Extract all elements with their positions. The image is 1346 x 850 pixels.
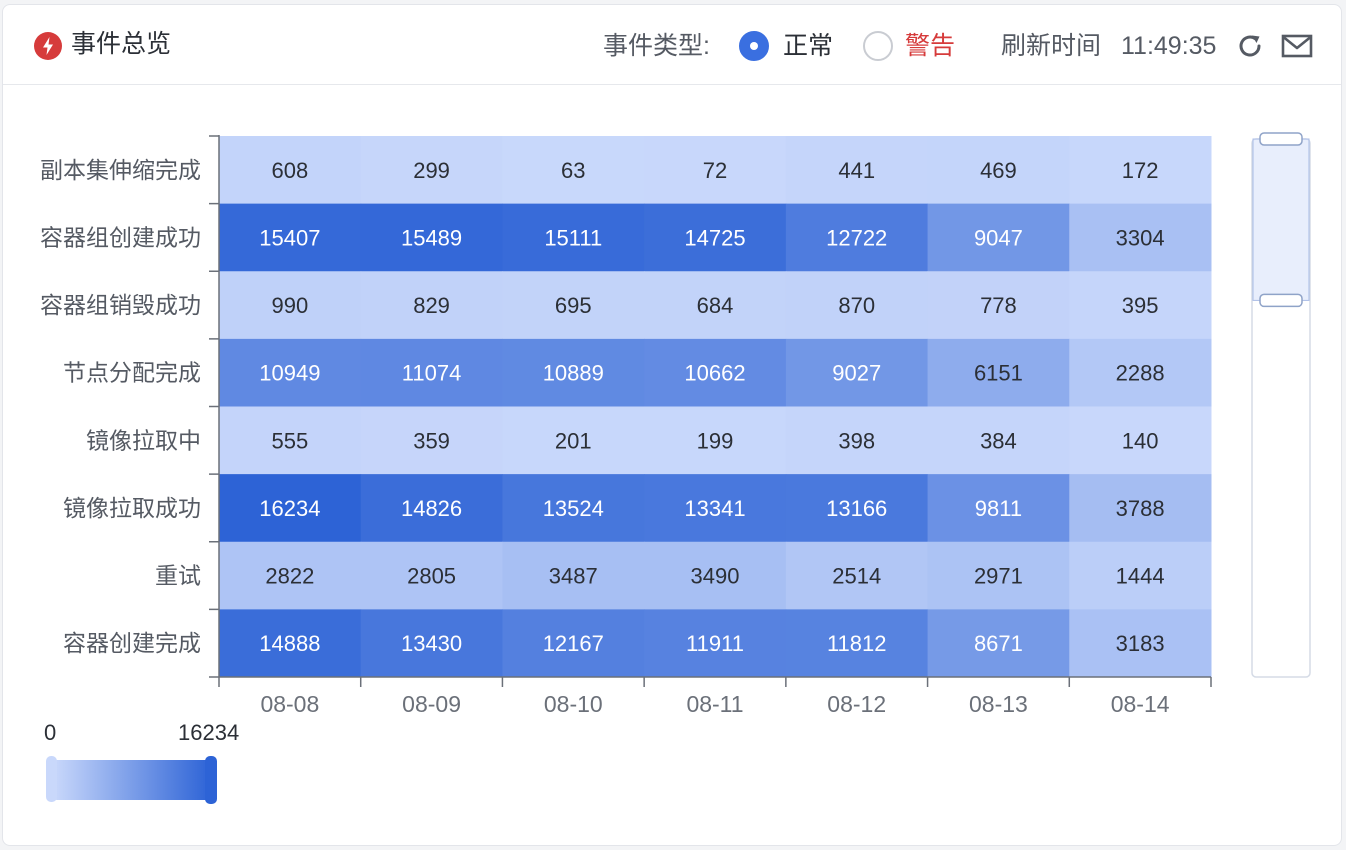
- visual-map-min-handle[interactable]: [46, 756, 57, 802]
- y-axis-label: 副本集伸缩完成: [40, 157, 201, 183]
- heatmap-cell-value: 10889: [543, 361, 604, 386]
- heatmap-cell-value: 16234: [259, 496, 320, 521]
- y-axis-label: 容器创建完成: [63, 630, 201, 656]
- heatmap-cell-value: 14725: [684, 225, 745, 250]
- heatmap-cell-value: 2971: [974, 564, 1023, 589]
- heatmap-cell-value: 15489: [401, 225, 462, 250]
- heatmap-cell-value: 829: [413, 293, 450, 318]
- heatmap-cell-value: 8671: [974, 631, 1023, 656]
- heatmap-cell-value: 9811: [975, 496, 1022, 521]
- heatmap-cell-value: 3304: [1116, 225, 1165, 250]
- visual-map-min-label: 0: [44, 720, 56, 745]
- heatmap-cell-value: 13341: [684, 496, 745, 521]
- heatmap-cell-value: 3183: [1116, 631, 1165, 656]
- heatmap-cell-value: 2805: [407, 564, 456, 589]
- heatmap-cell-value: 14826: [401, 496, 462, 521]
- heatmap-cell-value: 870: [838, 293, 875, 318]
- heatmap-cell-value: 778: [980, 293, 1017, 318]
- visual-map: 0 16234: [44, 720, 239, 804]
- y-axis-label: 镜像拉取中: [86, 427, 201, 453]
- heatmap-cell-value: 15111: [544, 225, 602, 250]
- x-axis-label: 08-12: [827, 691, 886, 717]
- heatmap-cell-value: 13166: [826, 496, 887, 521]
- heatmap-cell-value: 6151: [974, 361, 1023, 386]
- y-axis-label: 镜像拉取成功: [63, 495, 201, 521]
- heatmap-cell-value: 469: [980, 158, 1017, 183]
- heatmap-cell-value: 684: [697, 293, 734, 318]
- heatmap-cell-value: 3788: [1116, 496, 1165, 521]
- heatmap-cell-value: 13430: [401, 631, 462, 656]
- heatmap-cell-value: 15407: [259, 225, 320, 250]
- heatmap-cell-value: 63: [561, 158, 585, 183]
- x-axis-label: 08-08: [260, 691, 319, 717]
- heatmap-cell-value: 199: [697, 428, 734, 453]
- heatmap-cell-value: 299: [413, 158, 450, 183]
- heatmap-cell-value: 1444: [1116, 564, 1165, 589]
- heatmap-cell-value: 13524: [543, 496, 604, 521]
- heatmap-cell-value: 72: [703, 158, 727, 183]
- datazoom-handle[interactable]: [1259, 293, 1303, 308]
- heatmap-cell-value: 11812: [827, 631, 887, 656]
- heatmap-cell-value: 14888: [259, 631, 320, 656]
- heatmap-cell-value: 3487: [549, 564, 598, 589]
- x-axis-label: 08-14: [1111, 691, 1170, 717]
- x-axis-label: 08-10: [544, 691, 603, 717]
- heatmap-cell-value: 555: [271, 428, 308, 453]
- heatmap-cell-value: 359: [413, 428, 450, 453]
- heatmap-cell-value: 10662: [684, 361, 745, 386]
- y-axis-label: 容器组销毁成功: [40, 292, 201, 318]
- heatmap-cell-value: 10949: [259, 361, 320, 386]
- heatmap-cell-value: 695: [555, 293, 592, 318]
- heatmap-cell-value: 2288: [1116, 361, 1165, 386]
- heatmap-cell-value: 2822: [265, 564, 314, 589]
- heatmap-cell-value: 11911: [686, 631, 744, 656]
- heatmap-cell-value: 608: [271, 158, 308, 183]
- heatmap-cell-value: 9027: [832, 361, 881, 386]
- heatmap-cell-value: 2514: [832, 564, 881, 589]
- x-axis-label: 08-09: [402, 691, 461, 717]
- visual-map-gradient-bar: [53, 760, 211, 800]
- visual-map-max-handle[interactable]: [205, 756, 217, 804]
- y-axis-label: 重试: [155, 563, 201, 589]
- x-axis-label: 08-13: [969, 691, 1028, 717]
- heatmap-cell-value: 140: [1122, 428, 1159, 453]
- heatmap-cell-value: 395: [1122, 293, 1159, 318]
- y-axis-label: 容器组创建成功: [40, 224, 201, 250]
- heatmap-cell-value: 12722: [826, 225, 887, 250]
- visual-map-max-label: 16234: [178, 720, 239, 745]
- heatmap-cell-value: 990: [271, 293, 308, 318]
- datazoom-window[interactable]: [1252, 138, 1310, 301]
- datazoom-handle[interactable]: [1259, 132, 1303, 146]
- heatmap-cell-value: 11074: [402, 361, 462, 386]
- heatmap-cell-value: 172: [1122, 158, 1159, 183]
- y-axis-label: 节点分配完成: [63, 360, 201, 386]
- x-axis-label: 08-11: [686, 691, 743, 717]
- heatmap-cell-value: 3490: [691, 564, 740, 589]
- heatmap-cell-value: 201: [555, 428, 592, 453]
- heatmap-cell-value: 12167: [543, 631, 604, 656]
- event-heatmap-chart: 608 299 63 72 441 469 172 15407 15489 15111 14725 1…: [40, 132, 1311, 804]
- heatmap-cell-value: 398: [838, 428, 875, 453]
- heatmap-cell-value: 441: [838, 158, 875, 183]
- heatmap-cell-value: 9047: [974, 225, 1023, 250]
- heatmap-cell-value: 384: [980, 428, 1017, 453]
